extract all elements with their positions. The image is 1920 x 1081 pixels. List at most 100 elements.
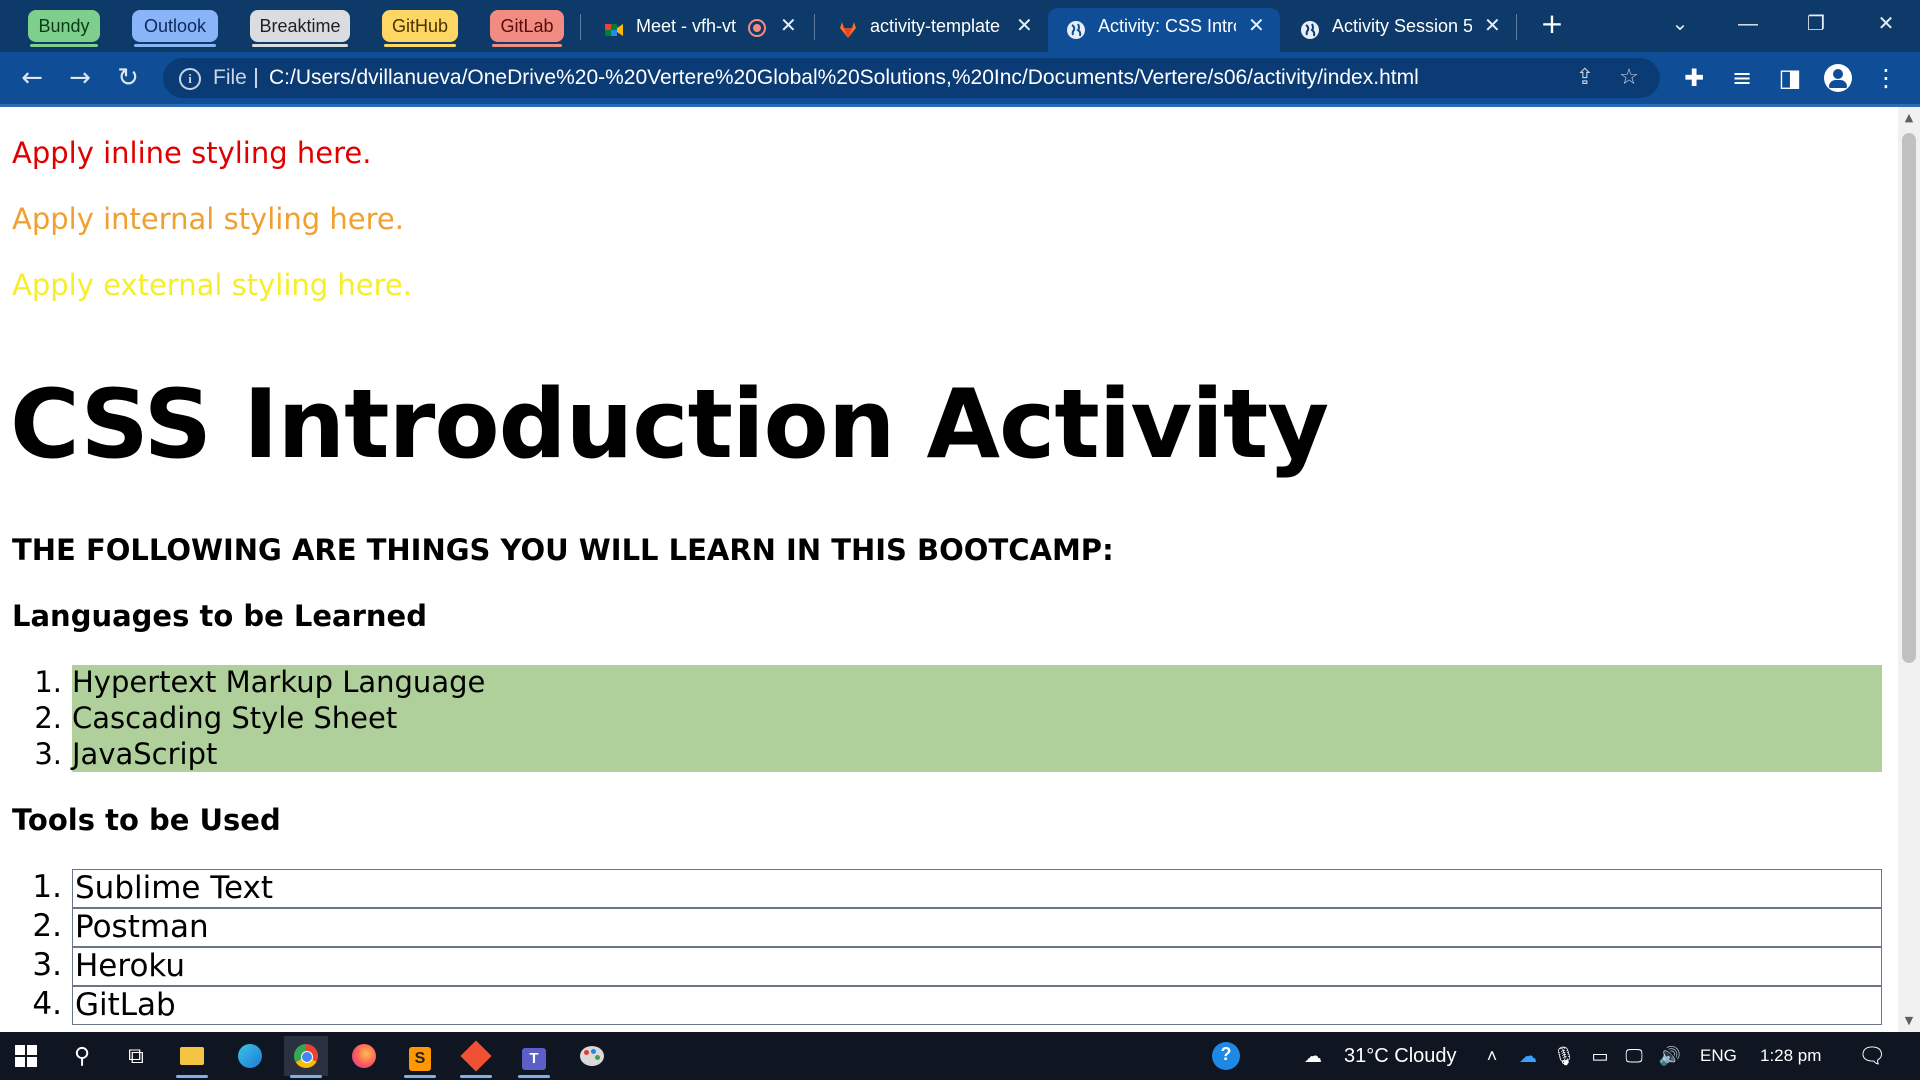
notifications-icon[interactable]: 🗨: [1858, 1044, 1886, 1068]
tab-search-button[interactable]: ⌄: [1660, 4, 1700, 44]
task-view-icon: ⧉: [128, 1043, 144, 1068]
tab-group-gitlab[interactable]: GitLab: [490, 10, 564, 47]
address-divider: [255, 68, 257, 88]
file-explorer-app[interactable]: [170, 1036, 214, 1078]
git-app[interactable]: [454, 1036, 498, 1078]
onedrive-cloud-icon[interactable]: ☁: [1516, 1044, 1540, 1068]
tab-group-outlook[interactable]: Outlook: [132, 10, 218, 47]
list-item: GitLab: [72, 986, 1882, 1025]
forward-button[interactable]: →: [62, 60, 98, 96]
close-icon[interactable]: ✕: [1016, 8, 1033, 44]
running-indicator: [290, 1075, 322, 1078]
search-button[interactable]: ⚲: [60, 1036, 104, 1076]
list-number: 2.: [32, 908, 62, 944]
running-indicator: [404, 1075, 436, 1078]
extensions-button[interactable]: ✚: [1676, 60, 1712, 96]
teams-icon: T: [522, 1048, 546, 1070]
start-button[interactable]: [4, 1036, 48, 1076]
tab-group-github[interactable]: GitHub: [382, 10, 458, 47]
close-window-button[interactable]: ✕: [1866, 4, 1906, 44]
tab-separator: [580, 14, 581, 40]
list-number: 1.: [34, 665, 62, 699]
tab-group-underline: [30, 44, 98, 47]
info-icon[interactable]: i: [179, 68, 201, 90]
new-tab-button[interactable]: +: [1536, 6, 1568, 42]
windows-taskbar: ⚲ ⧉ S T ? ☁ 31°C Cloudy ˄ ☁ 🎙 ▭ 🖵 🔊 ENG …: [0, 1032, 1920, 1080]
list-item: Cascading Style Sheet: [72, 701, 398, 735]
puzzle-icon: ✚: [1683, 64, 1705, 92]
globe-icon: [1301, 21, 1319, 39]
firefox-app[interactable]: [342, 1036, 386, 1076]
tab-group-label: GitLab: [500, 16, 554, 36]
share-icon[interactable]: ⇪: [1571, 64, 1599, 92]
bootcamp-subtitle: THE FOLLOWING ARE THINGS YOU WILL LEARN …: [12, 533, 1114, 567]
restore-button[interactable]: ❐: [1796, 4, 1836, 44]
search-icon: ⚲: [73, 1043, 91, 1068]
url-text[interactable]: C:/Users/dvillanueva/OneDrive%20-%20Vert…: [269, 58, 1419, 98]
avatar-icon: [1824, 64, 1852, 92]
scroll-down-arrow-icon[interactable]: ▼: [1898, 1010, 1920, 1032]
tab-title: Meet - vfh-vt: [636, 16, 736, 36]
list-item-text: Postman: [75, 909, 209, 945]
close-icon: ✕: [1877, 13, 1895, 35]
browser-tab-strip: Bundy Outlook Breaktime GitHub GitLab Me…: [0, 0, 1920, 52]
network-icon[interactable]: 🖵: [1622, 1044, 1646, 1068]
playlist-icon: ≡: [1731, 64, 1753, 92]
input-language[interactable]: ENG: [1700, 1032, 1737, 1080]
tab-group-label: GitHub: [391, 16, 449, 36]
tab-separator: [814, 14, 815, 40]
windows-logo-icon: [15, 1045, 37, 1067]
chrome-app[interactable]: [284, 1036, 328, 1078]
chevron-down-icon: ⌄: [1671, 13, 1689, 35]
tab-group-bundy[interactable]: Bundy: [28, 10, 100, 47]
help-icon[interactable]: ?: [1212, 1042, 1240, 1070]
close-icon[interactable]: ✕: [1248, 8, 1265, 44]
side-panel-button[interactable]: ◨: [1772, 60, 1808, 96]
running-indicator: [518, 1075, 550, 1078]
tab-activity-css-intro[interactable]: Activity: CSS Intro ✕: [1048, 8, 1280, 52]
menu-button[interactable]: ⋮: [1868, 60, 1904, 96]
sublime-icon: S: [409, 1047, 431, 1071]
plus-icon: +: [1540, 7, 1564, 40]
bookmark-star-icon[interactable]: ☆: [1615, 64, 1643, 92]
media-controls-button[interactable]: ≡: [1724, 60, 1760, 96]
teams-app[interactable]: T: [512, 1036, 556, 1078]
volume-icon[interactable]: 🔊: [1658, 1044, 1682, 1068]
tools-heading: Tools to be Used: [12, 803, 281, 837]
minimize-button[interactable]: —: [1728, 4, 1768, 44]
chevron-up-icon[interactable]: ˄: [1480, 1044, 1504, 1068]
external-styled-paragraph: Apply external styling here.: [12, 268, 412, 302]
back-button[interactable]: ←: [14, 60, 50, 96]
edge-app[interactable]: [228, 1036, 272, 1076]
google-meet-icon: [605, 24, 623, 36]
tab-activity-session-5[interactable]: Activity Session 5 ✕: [1282, 8, 1514, 52]
url-scheme: File: [213, 66, 247, 89]
paint-app[interactable]: [570, 1036, 614, 1076]
tab-group-breaktime[interactable]: Breaktime: [250, 10, 350, 47]
arrow-right-icon: →: [69, 63, 91, 93]
clock-time[interactable]: 1:28 pm: [1760, 1032, 1821, 1080]
microphone-icon[interactable]: 🎙: [1552, 1044, 1576, 1068]
list-item: Hypertext Markup Language: [72, 665, 486, 699]
weather-text[interactable]: 31°C Cloudy: [1344, 1032, 1457, 1080]
reload-button[interactable]: ↻: [110, 60, 146, 96]
vertical-scrollbar[interactable]: ▲ ▼: [1898, 107, 1920, 1032]
tab-title: Activity: CSS Intro: [1098, 16, 1236, 36]
address-bar[interactable]: i File C:/Users/dvillanueva/OneDrive%20-…: [163, 58, 1660, 98]
sublime-text-app[interactable]: S: [398, 1036, 442, 1078]
recording-icon: [748, 19, 766, 37]
tab-activity-template[interactable]: activity-template ✕: [820, 8, 1046, 52]
battery-icon[interactable]: ▭: [1588, 1044, 1612, 1068]
running-indicator: [176, 1075, 208, 1078]
task-view-button[interactable]: ⧉: [114, 1036, 158, 1076]
scroll-thumb[interactable]: [1902, 133, 1916, 663]
close-icon[interactable]: ✕: [1484, 8, 1501, 44]
kebab-menu-icon: ⋮: [1874, 64, 1898, 92]
scroll-up-arrow-icon[interactable]: ▲: [1898, 107, 1920, 129]
tab-group-underline: [492, 44, 562, 47]
list-item-text: GitLab: [75, 987, 176, 1023]
running-indicator: [460, 1075, 492, 1078]
close-icon[interactable]: ✕: [780, 8, 797, 44]
tab-meet[interactable]: Meet - vfh-vt ✕: [586, 8, 812, 52]
profile-button[interactable]: [1820, 60, 1856, 96]
